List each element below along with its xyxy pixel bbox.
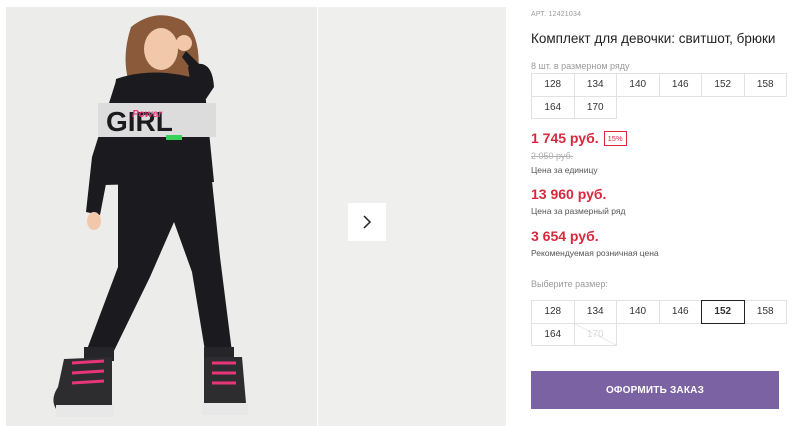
- size-row-price: 13 960 руб.: [531, 186, 607, 202]
- choose-size-label: Выберите размер:: [531, 279, 608, 289]
- place-order-button[interactable]: ОФОРМИТЬ ЗАКАЗ: [531, 371, 779, 409]
- unit-price: 1 745 руб.: [531, 130, 599, 146]
- size-option-170: 170: [573, 322, 617, 346]
- discount-badge: 15%: [603, 130, 627, 146]
- size-row-item: 134: [573, 73, 617, 97]
- chevron-right-icon: [363, 215, 372, 229]
- unit-price-block: 1 745 руб. 15%: [531, 130, 627, 146]
- size-option-158[interactable]: 158: [743, 300, 787, 324]
- product-title: Комплект для девочки: свитшот, брюки: [531, 31, 776, 46]
- size-row-item: 158: [743, 73, 787, 97]
- size-row-item: 164: [531, 95, 575, 119]
- article-number: АРТ. 12421034: [531, 11, 582, 18]
- old-price: 2 050 руб.: [531, 151, 574, 161]
- size-row-count: 8 шт. в размерном ряду: [531, 61, 630, 71]
- size-row-item: 146: [658, 73, 702, 97]
- size-option-134[interactable]: 134: [573, 300, 617, 324]
- product-photo: GIRL Power: [6, 7, 317, 426]
- size-row-item: 140: [616, 73, 660, 97]
- size-row-item: 152: [701, 73, 745, 97]
- size-option-164[interactable]: 164: [531, 322, 575, 346]
- size-option-146[interactable]: 146: [658, 300, 702, 324]
- size-row-item: 170: [573, 95, 617, 119]
- size-row-price-note: Цена за размерный ряд: [531, 206, 626, 216]
- size-option-152[interactable]: 152: [701, 300, 745, 324]
- svg-text:Power: Power: [132, 109, 163, 120]
- product-gallery: GIRL Power: [6, 7, 506, 426]
- product-photo-illustration: GIRL Power: [6, 7, 317, 426]
- next-photo-preview: [318, 7, 506, 426]
- unit-price-note: Цена за единицу: [531, 165, 598, 175]
- retail-price: 3 654 руб.: [531, 228, 599, 244]
- size-picker: 128 134 140 146 152 158 164 170: [531, 300, 787, 346]
- size-row-item: 128: [531, 73, 575, 97]
- size-option-128[interactable]: 128: [531, 300, 575, 324]
- next-image-button[interactable]: [348, 203, 386, 241]
- retail-price-note: Рекомендуемая розничная цена: [531, 248, 659, 258]
- size-option-140[interactable]: 140: [616, 300, 660, 324]
- size-row-list: 128 134 140 146 152 158 164 170: [531, 73, 787, 119]
- product-info: АРТ. 12421034 Комплект для девочки: свит…: [531, 0, 793, 426]
